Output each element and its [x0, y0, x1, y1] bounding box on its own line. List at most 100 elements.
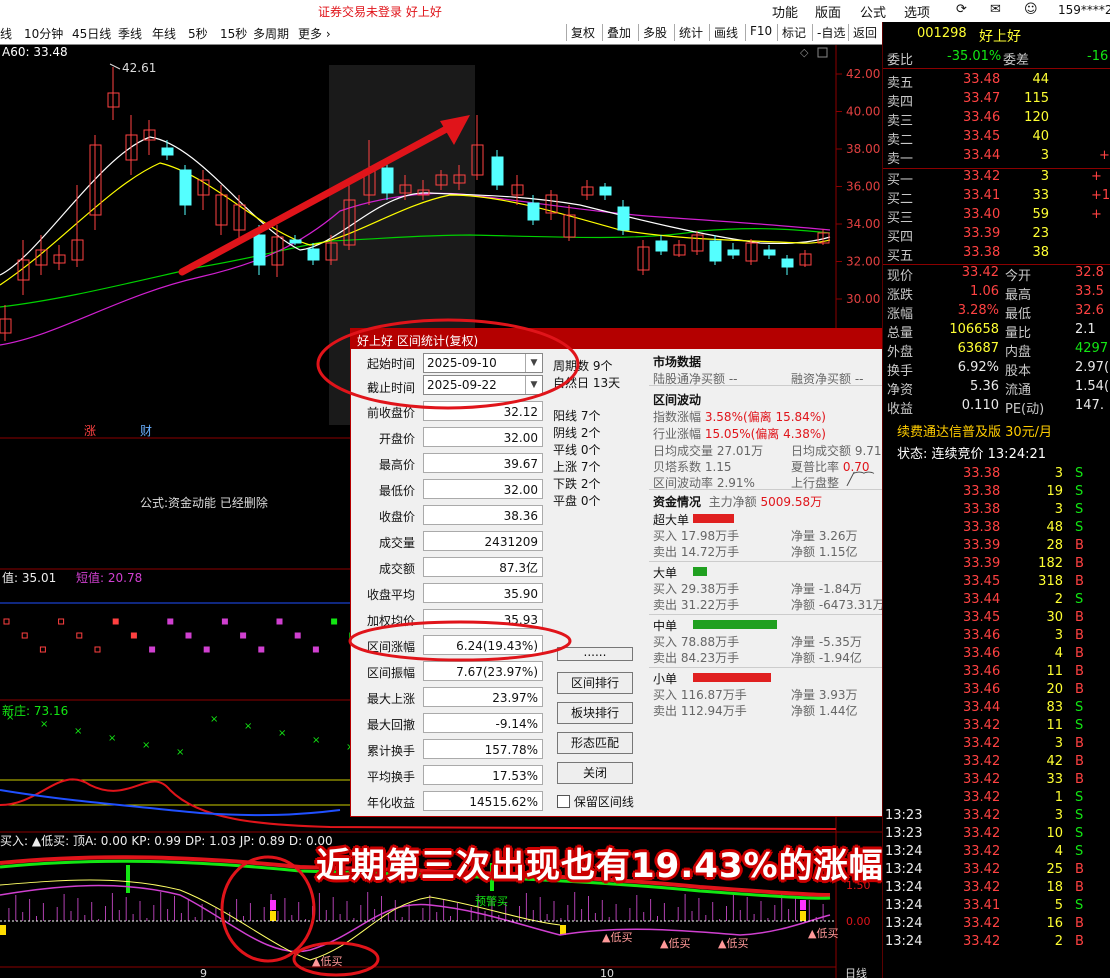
promo-banner[interactable]: 续费通达信普及版 30元/月: [883, 421, 1110, 440]
signal-block: [270, 911, 276, 921]
tick-volume: 3: [1054, 808, 1063, 823]
cross-marker: ×: [210, 714, 218, 725]
indicator-yellow-line: [0, 879, 561, 961]
signal-dot: [76, 632, 83, 639]
formula-deleted-note: 公式:资金动能 已经删除: [140, 495, 268, 510]
quote-row: 现价 33.42 今开 32.8: [883, 265, 1110, 284]
keep-range-line-checkbox[interactable]: [557, 795, 570, 808]
weibi-value: -35.01%: [947, 49, 1002, 64]
ask-row[interactable]: 卖四 33.47 115: [883, 91, 1110, 110]
cross-marker: ×: [74, 726, 82, 737]
annotation-circle: [316, 318, 580, 410]
tick-row: 33.42 3 B: [883, 736, 1110, 754]
tick-row: 33.46 11 B: [883, 664, 1110, 682]
quote-label: 换手: [887, 364, 914, 379]
bid-price: 33.39: [963, 226, 1001, 241]
tick-row: 13:23 33.42 3 S: [883, 808, 1110, 826]
tick-row: 33.42 33 B: [883, 772, 1110, 790]
tick-price: 33.42: [963, 826, 1001, 841]
bid-change: +1: [1091, 188, 1110, 203]
toolbar-statistics[interactable]: 统计: [674, 24, 707, 41]
tick-row: 13:24 33.42 4 S: [883, 844, 1110, 862]
user-icon[interactable]: ☺: [1024, 2, 1038, 17]
candle-down: [179, 169, 192, 206]
stat-label: 最大回撤: [366, 718, 415, 732]
ask-volume: 3: [1040, 148, 1049, 163]
signal-dot: [58, 618, 65, 625]
period-tab-quarter[interactable]: 季线: [118, 25, 142, 42]
period-tab-15sec[interactable]: 15秒: [220, 25, 247, 42]
toolbar-multi-stock[interactable]: 多股: [638, 24, 671, 41]
ask-row[interactable]: 卖五 33.48 44: [883, 72, 1110, 91]
keep-range-line-option[interactable]: 保留区间线: [557, 793, 634, 810]
fund-net-volume: 净量 3.93万: [791, 688, 858, 702]
tick-volume: 11: [1046, 718, 1063, 733]
bid-row[interactable]: 买四 33.39 23: [883, 226, 1110, 245]
section-divider: [649, 561, 919, 562]
daily-line-label[interactable]: 日线: [845, 966, 867, 978]
tick-direction: B: [1075, 628, 1084, 643]
user-account[interactable]: 159****21: [1058, 3, 1110, 17]
period-tab-year[interactable]: 年线: [152, 25, 176, 42]
message-icon[interactable]: ✉: [990, 2, 1001, 17]
tick-direction: B: [1075, 556, 1084, 571]
toolbar-remove-favorite[interactable]: -自选: [812, 24, 849, 41]
period-tab-more[interactable]: 更多 ›: [298, 25, 331, 42]
chevron-right-icon: ›: [325, 27, 331, 41]
stat-value: 157.78%: [423, 739, 543, 759]
menu-options[interactable]: 选项: [904, 2, 930, 21]
toolbar-f10[interactable]: F10: [745, 24, 776, 41]
bid-row[interactable]: 买三 33.40 59 +: [883, 207, 1110, 226]
toolbar-restore-rights[interactable]: 复权: [566, 24, 599, 41]
bid-price: 33.40: [963, 207, 1001, 222]
quote-label: 流通: [1005, 383, 1032, 398]
ask-row[interactable]: 卖三 33.46 120: [883, 110, 1110, 129]
bid-row[interactable]: 买一 33.42 3 +: [883, 169, 1110, 188]
menu-formula[interactable]: 公式: [860, 2, 886, 21]
period-tab-day[interactable]: 线: [0, 25, 12, 42]
bid-volume: 33: [1032, 188, 1049, 203]
value-indicator: 值: 35.01: [2, 570, 56, 585]
candle-down: [491, 156, 504, 186]
toolbar-mark[interactable]: 标记: [777, 24, 810, 41]
promo-text[interactable]: 续费通达信普及版 30元/月: [897, 421, 1052, 440]
refresh-icon[interactable]: ⟳: [956, 2, 967, 17]
fund-net-amount: 净额 -6473.31万: [791, 598, 885, 612]
signal-dot: [149, 646, 156, 653]
stock-code: 001298: [917, 26, 967, 41]
tick-time: 13:24: [885, 934, 923, 949]
tick-price: 33.38: [963, 502, 1001, 517]
period-tab-multi[interactable]: 多周期: [253, 25, 289, 42]
menu-layout[interactable]: 版面: [815, 2, 841, 21]
fund-buy: 买入 116.87万手: [653, 688, 747, 702]
quote-value: 3.28%: [957, 303, 999, 318]
maximize-icon[interactable]: [817, 47, 828, 58]
sector-rank-button[interactable]: 板块排行: [557, 702, 633, 724]
fund-group-bar: [693, 620, 777, 629]
bid-row[interactable]: 买五 33.38 38: [883, 245, 1110, 264]
cross-marker: ×: [108, 733, 116, 744]
ask-row[interactable]: 卖一 33.44 3 +: [883, 148, 1110, 167]
bid-row[interactable]: 买二 33.41 33 +1: [883, 188, 1110, 207]
quote-value: 32.6: [1075, 303, 1104, 318]
ask-row[interactable]: 卖二 33.45 40: [883, 129, 1110, 148]
diamond-icon[interactable]: ◇: [800, 46, 809, 59]
toolbar-draw-line[interactable]: 画线: [709, 24, 742, 41]
tick-row: 13:24 33.42 25 B: [883, 862, 1110, 880]
menu-function[interactable]: 功能: [772, 2, 798, 21]
period-tab-45day[interactable]: 45日线: [72, 25, 111, 42]
tick-volume: 3: [1054, 502, 1063, 517]
tick-price: 33.44: [963, 700, 1001, 715]
pattern-match-button[interactable]: 形态匹配: [557, 732, 633, 754]
fund-sell: 卖出 112.94万手: [653, 704, 747, 718]
toolbar-overlay[interactable]: 叠加: [602, 24, 635, 41]
period-tab-5sec[interactable]: 5秒: [188, 25, 208, 42]
stat-label: 年化收益: [366, 796, 415, 810]
period-tab-10min[interactable]: 10分钟: [24, 25, 63, 42]
close-button[interactable]: 关闭: [557, 762, 633, 784]
toolbar-back[interactable]: 返回: [848, 24, 881, 41]
quote-label: 总量: [887, 326, 914, 341]
tick-row: 33.44 2 S: [883, 592, 1110, 610]
sharpe-label: 夏普比率: [791, 460, 840, 474]
tick-volume: 5: [1054, 898, 1063, 913]
